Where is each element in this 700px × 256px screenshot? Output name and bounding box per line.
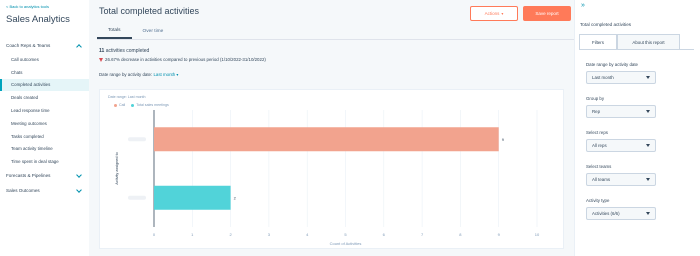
- x-tick-label: 1: [191, 232, 194, 237]
- x-axis-title: Count of Activities: [330, 241, 362, 246]
- category-label-redacted: [128, 137, 146, 142]
- caret-down-icon: ▾: [176, 72, 179, 77]
- nav-group-sales-outcomes[interactable]: Sales Outcomes: [0, 183, 89, 198]
- activities-count-label: activities completed: [105, 48, 150, 54]
- x-tick-label: 3: [268, 232, 271, 237]
- sidebar-item-time-spent-in-deal-stage[interactable]: Time spent in deal stage: [0, 155, 89, 168]
- panel-tab-divider: [579, 49, 694, 50]
- filter-label: Group by: [586, 96, 605, 101]
- tab-over-time[interactable]: Over time: [132, 24, 175, 39]
- filter-label: Select reps: [586, 130, 608, 135]
- date-range-label: Date range by activity date:: [99, 72, 153, 77]
- x-tick-label: 4: [306, 232, 309, 237]
- bar-call: [154, 127, 499, 152]
- actions-button[interactable]: Actions ▾: [470, 6, 518, 21]
- period-comparison: 26.67% decrease in activities compared t…: [99, 57, 266, 62]
- bar-value-label: 9: [502, 137, 505, 142]
- caret-down-icon: [646, 110, 650, 113]
- nav-group-forecasts-pipelines[interactable]: Forecasts & Pipelines: [0, 168, 89, 183]
- sidebar-item-chats[interactable]: Chats: [0, 66, 89, 79]
- filter-select-date-range-by-activity-date[interactable]: Last month: [586, 71, 656, 84]
- nav-group-label: Sales Outcomes: [6, 188, 40, 194]
- filter-select-value: Activities (6/6): [592, 211, 620, 216]
- sidebar-item-team-activity-timeline[interactable]: Team activity timeline: [0, 143, 89, 156]
- x-tick-label: 2: [229, 232, 232, 237]
- filter-select-select-reps[interactable]: All reps: [586, 139, 656, 152]
- sidebar-item-completed-activities[interactable]: Completed activities: [0, 78, 89, 92]
- report-settings-panel: » Total completed activities Filters Abo…: [574, 0, 700, 256]
- panel-title: Total completed activities: [580, 22, 632, 27]
- x-tick-label: 10: [535, 232, 540, 237]
- sidebar-item-tasks-completed[interactable]: Tasks completed: [0, 130, 89, 143]
- tab-totals[interactable]: Totals: [97, 24, 132, 39]
- filter-select-activity-type[interactable]: Activities (6/6): [586, 207, 656, 220]
- sidebar-item-deals-created[interactable]: Deals created: [0, 91, 89, 104]
- y-axis-title: Activity assigned to: [115, 152, 119, 185]
- period-comparison-text: 26.67% decrease in activities compared t…: [105, 57, 266, 62]
- filter-label: Activity type: [586, 198, 610, 203]
- category-label-redacted: [128, 195, 146, 200]
- filter-label: Select teams: [586, 164, 612, 169]
- caret-down-icon: [646, 178, 650, 181]
- filter-label: Date range by activity date: [586, 62, 638, 67]
- sidebar-item-lead-response-time[interactable]: Lead response time: [0, 104, 89, 117]
- back-to-analytics-link[interactable]: < Back to analytics tools: [6, 4, 49, 9]
- bar-chart: 0 1 2 3 4 5 6 7 8 9 10 9 2 Count of Activities Activit…: [115, 110, 540, 246]
- decrease-arrow-icon: [99, 57, 103, 62]
- caret-down-icon: [646, 212, 650, 215]
- main-content: Total completed activities Actions ▾ Sav…: [89, 0, 574, 256]
- caret-down-icon: [646, 76, 650, 79]
- chevron-up-icon: [76, 43, 82, 50]
- app-title: Sales Analytics: [6, 14, 70, 25]
- actions-button-label: Actions: [484, 11, 500, 16]
- x-tick-label: 7: [421, 232, 424, 237]
- activities-count: 11 activities completed: [99, 48, 149, 54]
- sidebar: < Back to analytics tools Sales Analytic…: [0, 0, 89, 256]
- filter-select-value: Rep: [592, 109, 601, 114]
- report-tabs: Totals Over time: [97, 24, 174, 39]
- chart-panel: Date range: Last month Call Total sales …: [99, 89, 564, 249]
- date-range-filter[interactable]: Date range by activity date: Last month …: [99, 72, 178, 77]
- x-tick-label: 8: [459, 232, 462, 237]
- collapse-panel-icon[interactable]: »: [581, 2, 585, 9]
- filter-select-group-by[interactable]: Rep: [586, 105, 656, 118]
- nav-group-label: Forecasts & Pipelines: [6, 173, 51, 179]
- filter-select-value: All teams: [592, 177, 611, 182]
- filter-select-value: All reps: [592, 143, 607, 148]
- sidebar-item-call-outcomes[interactable]: Call outcomes: [0, 53, 89, 66]
- sidebar-nav: Coach Reps & Teams Call outcomes Chats Comp…: [0, 38, 89, 198]
- tab-filters[interactable]: Filters: [579, 34, 617, 50]
- date-range-value[interactable]: Last month: [153, 72, 175, 77]
- bar-value-label: 2: [234, 195, 237, 200]
- nav-group-label: Coach Reps & Teams: [6, 43, 51, 48]
- panel-tabs: Filters About this report: [579, 34, 680, 50]
- tab-about-this-report[interactable]: About this report: [617, 34, 680, 50]
- bar-total-sales-meetings: [154, 185, 231, 210]
- x-tick-label: 5: [344, 232, 347, 237]
- nav-group-coach-reps-teams[interactable]: Coach Reps & Teams: [0, 38, 89, 53]
- x-tick-label: 9: [498, 232, 501, 237]
- chevron-down-icon: [76, 186, 82, 193]
- caret-down-icon: [646, 144, 650, 147]
- sidebar-item-meeting-outcomes[interactable]: Meeting outcomes: [0, 117, 89, 130]
- x-tick-label: 0: [153, 232, 156, 237]
- chevron-down-icon: [76, 171, 82, 178]
- caret-down-icon: ▾: [501, 11, 504, 16]
- activities-count-number: 11: [99, 48, 105, 54]
- page-title: Total completed activities: [99, 6, 200, 16]
- x-tick-label: 6: [383, 232, 386, 237]
- tab-divider: [97, 39, 574, 40]
- save-report-button[interactable]: Save report: [523, 6, 571, 21]
- filter-select-value: Last month: [592, 75, 614, 80]
- filter-select-select-teams[interactable]: All teams: [586, 173, 656, 186]
